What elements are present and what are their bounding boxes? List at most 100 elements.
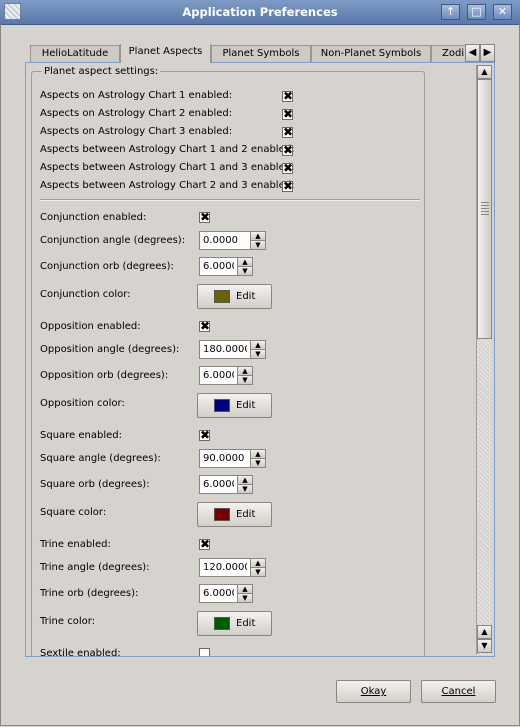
spin-down-icon[interactable]: ▼ (237, 266, 253, 276)
aspects-chart-1-checkbox[interactable]: ✖ (282, 89, 294, 103)
tab-planet-aspects[interactable]: Planet Aspects (120, 44, 211, 63)
square-color-swatch (214, 508, 230, 521)
opposition-orb-input[interactable] (199, 366, 238, 385)
check-mark-icon: ✖ (283, 143, 294, 157)
close-button[interactable]: ✕ (493, 4, 512, 20)
check-mark-icon: ✖ (283, 89, 294, 103)
scroll-up-icon[interactable]: ▲ (477, 625, 492, 639)
conjunction-angle-spinbox: ▲ ▼ (199, 231, 267, 250)
trine-angle-label: Trine angle (degrees): (40, 562, 150, 573)
scrollbar-thumb[interactable] (477, 79, 492, 339)
edit-label: Edit (236, 618, 256, 629)
opposition-orb-label: Opposition orb (degrees): (40, 370, 169, 381)
spin-down-icon[interactable]: ▼ (250, 240, 266, 250)
spin-down-icon[interactable]: ▼ (237, 375, 253, 385)
vertical-scrollbar[interactable]: ▲ ▲ ▼ (476, 65, 492, 655)
spin-down-icon[interactable]: ▼ (237, 484, 253, 494)
conjunction-color-label: Conjunction color: (40, 289, 131, 300)
aspects-chart-2-3-label: Aspects between Astrology Chart 2 and 3 … (40, 180, 295, 191)
opposition-color-label: Opposition color: (40, 398, 125, 409)
aspects-chart-1-label: Aspects on Astrology Chart 1 enabled: (40, 90, 233, 101)
square-color-label: Square color: (40, 507, 107, 518)
conjunction-angle-input[interactable] (199, 231, 251, 250)
square-angle-input[interactable] (199, 449, 251, 468)
opposition-orb-spinbox: ▲ ▼ (199, 366, 267, 385)
square-enabled-label: Square enabled: (40, 430, 122, 441)
check-mark-icon: ✖ (200, 210, 211, 224)
trine-orb-label: Trine orb (degrees): (40, 588, 139, 599)
aspects-chart-1-2-checkbox[interactable]: ✖ (282, 143, 294, 157)
conjunction-angle-label: Conjunction angle (degrees): (40, 235, 186, 246)
okay-button[interactable]: Okay (336, 680, 411, 703)
square-orb-spinbox: ▲ ▼ (199, 475, 267, 494)
square-orb-input[interactable] (199, 475, 238, 494)
opposition-enabled-checkbox[interactable]: ✖ (199, 319, 211, 333)
conjunction-orb-label: Conjunction orb (degrees): (40, 261, 174, 272)
conjunction-enabled-checkbox[interactable]: ✖ (199, 210, 211, 224)
spin-down-icon[interactable]: ▼ (237, 593, 253, 603)
edit-label: Edit (236, 291, 256, 302)
trine-orb-spinbox: ▲ ▼ (199, 584, 267, 603)
maximize-button[interactable]: □ (467, 4, 486, 20)
check-mark-icon: ✖ (200, 537, 211, 551)
aspects-chart-1-3-checkbox[interactable]: ✖ (282, 161, 294, 175)
aspects-chart-2-3-checkbox[interactable]: ✖ (282, 179, 294, 193)
spin-down-icon[interactable]: ▼ (250, 458, 266, 468)
conjunction-orb-input[interactable] (199, 257, 238, 276)
title-bar: Application Preferences ↑ □ ✕ (0, 0, 520, 25)
scroll-up-icon[interactable]: ▲ (477, 65, 492, 79)
tab-bar: HelioLatitude Planet Aspects Planet Symb… (30, 44, 465, 63)
trine-angle-input[interactable] (199, 558, 251, 577)
check-mark-icon: ✖ (200, 319, 211, 333)
aspects-chart-1-2-label: Aspects between Astrology Chart 1 and 2 … (40, 144, 295, 155)
conjunction-color-swatch (214, 290, 230, 303)
sextile-enabled-checkbox[interactable] (199, 648, 210, 656)
tab-heliolatitude[interactable]: HelioLatitude (30, 45, 120, 62)
check-mark-icon: ✖ (283, 161, 294, 175)
check-mark-icon: ✖ (283, 179, 294, 193)
edit-label: Edit (236, 509, 256, 520)
tab-scroll-left-icon[interactable]: ◀ (465, 44, 480, 62)
opposition-enabled-label: Opposition enabled: (40, 321, 141, 332)
trine-orb-input[interactable] (199, 584, 238, 603)
tab-non-planet-symbols[interactable]: Non-Planet Symbols (311, 45, 431, 62)
spin-down-icon[interactable]: ▼ (250, 349, 266, 359)
conjunction-color-edit-button[interactable]: Edit (197, 284, 272, 309)
planet-aspect-settings-group: Planet aspect settings: Aspects on Astro… (31, 66, 425, 656)
scroll-down-icon[interactable]: ▼ (477, 639, 492, 653)
square-color-edit-button[interactable]: Edit (197, 502, 272, 527)
square-angle-label: Square angle (degrees): (40, 453, 161, 464)
square-angle-spinbox: ▲ ▼ (199, 449, 267, 468)
trine-enabled-checkbox[interactable]: ✖ (199, 537, 211, 551)
aspects-chart-2-checkbox[interactable]: ✖ (282, 107, 294, 121)
raise-window-button[interactable]: ↑ (441, 4, 460, 20)
opposition-color-edit-button[interactable]: Edit (197, 393, 272, 418)
okay-label: Okay (360, 686, 387, 697)
edit-label: Edit (236, 400, 256, 411)
cancel-button[interactable]: Cancel (421, 680, 496, 703)
group-title: Planet aspect settings: (42, 66, 161, 77)
trine-color-edit-button[interactable]: Edit (197, 611, 272, 636)
trine-color-label: Trine color: (40, 616, 96, 627)
trine-angle-spinbox: ▲ ▼ (199, 558, 267, 577)
opposition-color-swatch (214, 399, 230, 412)
check-mark-icon: ✖ (283, 107, 294, 121)
spin-down-icon[interactable]: ▼ (250, 567, 266, 577)
opposition-angle-input[interactable] (199, 340, 251, 359)
aspects-chart-3-checkbox[interactable]: ✖ (282, 125, 294, 139)
aspects-chart-2-label: Aspects on Astrology Chart 2 enabled: (40, 108, 233, 119)
check-mark-icon: ✖ (283, 125, 294, 139)
trine-color-swatch (214, 617, 230, 630)
separator (40, 199, 420, 201)
conjunction-orb-spinbox: ▲ ▼ (199, 257, 267, 276)
conjunction-enabled-label: Conjunction enabled: (40, 212, 147, 223)
check-mark-icon: ✖ (200, 428, 211, 442)
square-enabled-checkbox[interactable]: ✖ (199, 428, 211, 442)
cancel-label: Cancel (441, 686, 476, 697)
planet-aspects-panel: Planet aspect settings: Aspects on Astro… (25, 62, 495, 657)
tab-planet-symbols[interactable]: Planet Symbols (211, 45, 311, 62)
aspects-chart-1-3-label: Aspects between Astrology Chart 1 and 3 … (40, 162, 295, 173)
tab-scroll-right-icon[interactable]: ▶ (480, 44, 495, 62)
trine-enabled-label: Trine enabled: (40, 539, 111, 550)
tab-zodiac[interactable]: Zodi (431, 45, 465, 62)
